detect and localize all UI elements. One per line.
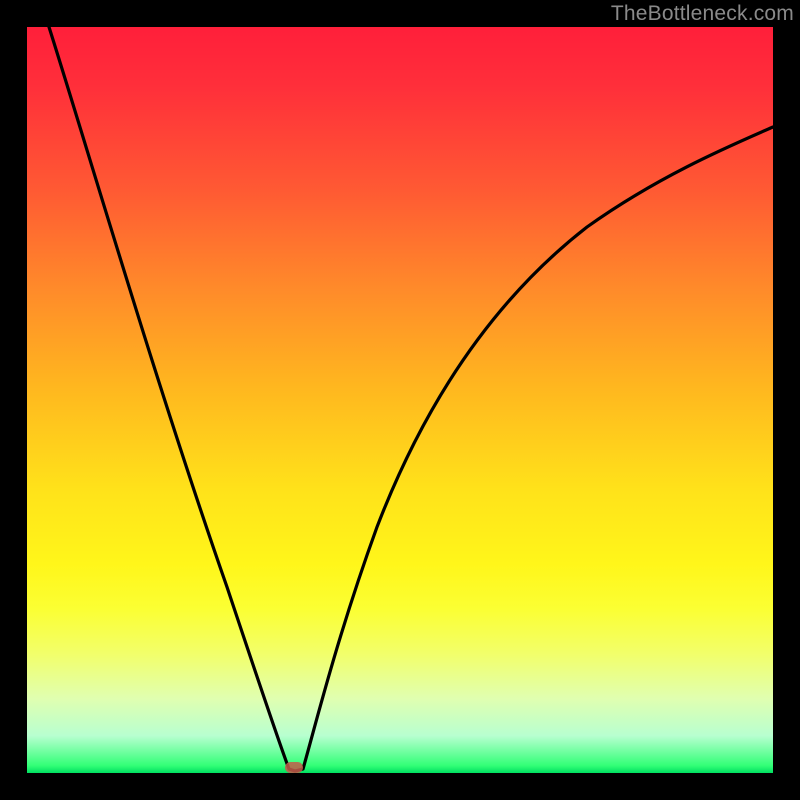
chart-frame: TheBottleneck.com — [0, 0, 800, 800]
minimum-marker — [285, 762, 303, 773]
watermark-text: TheBottleneck.com — [611, 2, 794, 26]
bottleneck-curve — [27, 27, 773, 773]
curve-path — [49, 27, 773, 771]
plot-area — [27, 27, 773, 773]
